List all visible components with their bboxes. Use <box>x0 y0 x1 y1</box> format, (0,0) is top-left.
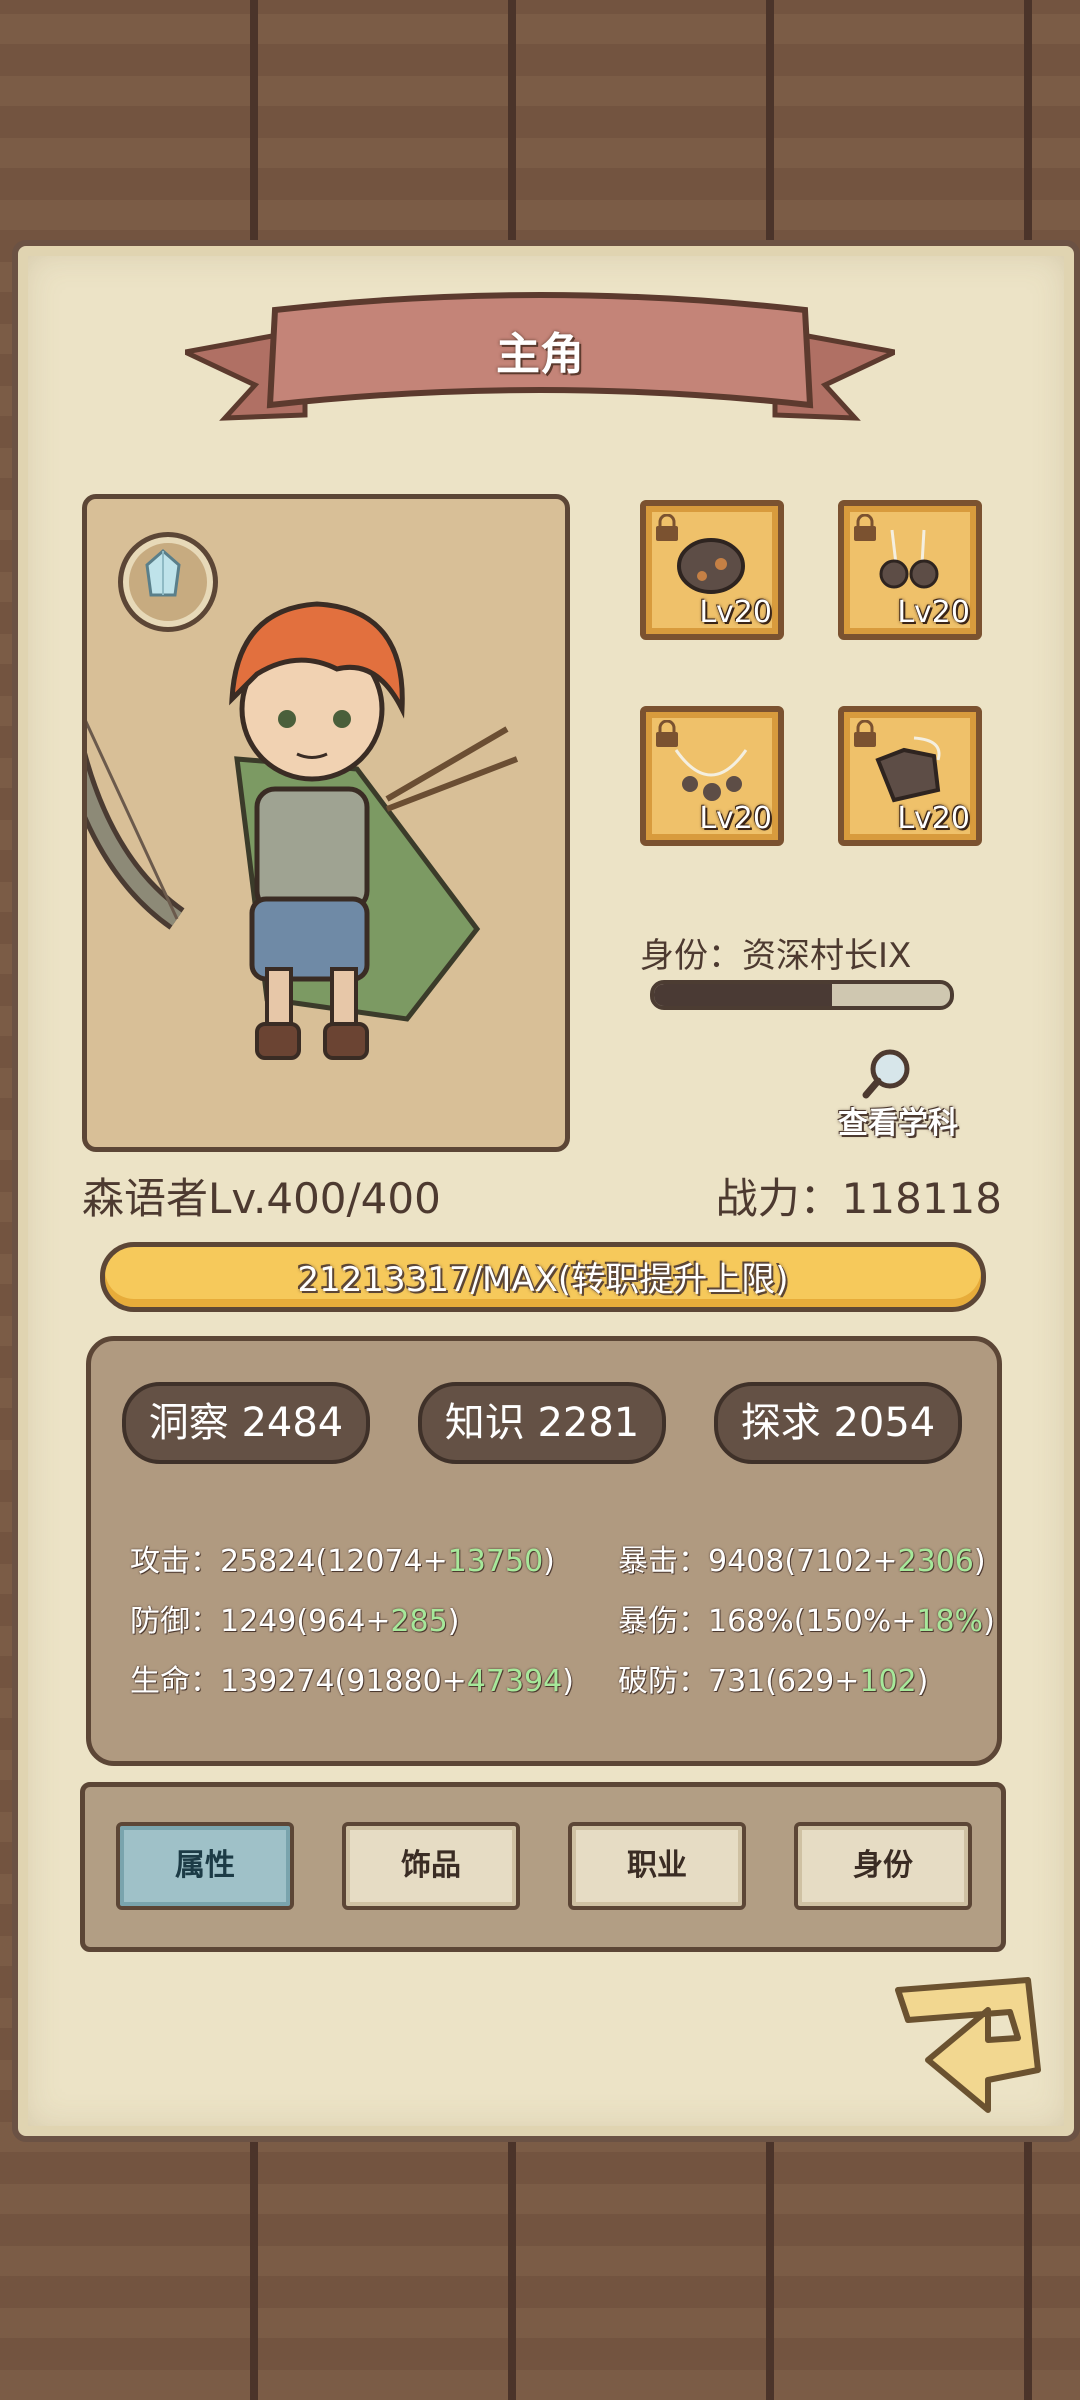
stat-base: 25824(12074+ <box>220 1544 448 1579</box>
rock-necklace-icon <box>674 749 748 801</box>
tab-accessories[interactable]: 饰品 <box>342 1822 520 1910</box>
equip-slot-head[interactable]: Lv20 <box>640 500 784 640</box>
stat-base: 139274(91880+ <box>220 1664 467 1699</box>
stat-label: 防御： <box>130 1604 220 1639</box>
rock-gauntlet-icon <box>875 736 941 803</box>
equip-slot-gauntlet[interactable]: Lv20 <box>838 706 982 846</box>
rock-head-icon <box>677 538 745 594</box>
stat-end: ) <box>916 1664 929 1699</box>
page-title: 主角 <box>496 329 584 380</box>
stat-base: 168%(150%+ <box>708 1604 917 1639</box>
identity-progress-bar <box>650 980 954 1010</box>
stat-end: ) <box>447 1604 460 1639</box>
magnifier-icon[interactable] <box>860 1045 918 1103</box>
stat-end: ) <box>562 1664 574 1699</box>
stat-crit: 暴击：9408(7102+2306) <box>618 1536 986 1580</box>
stat-label: 生命： <box>130 1664 220 1699</box>
stat-label: 破防： <box>618 1664 708 1699</box>
stat-bonus: 47394 <box>466 1664 563 1699</box>
equip-level: Lv20 <box>699 801 772 836</box>
tab-attributes[interactable]: 属性 <box>116 1822 294 1910</box>
equip-slot-necklace[interactable]: Lv20 <box>640 706 784 846</box>
equip-level: Lv20 <box>897 595 970 630</box>
stat-end: ) <box>973 1544 986 1579</box>
view-subject-button[interactable]: 查看学科 <box>838 1098 958 1142</box>
attribute-knowledge: 知识 2281 <box>418 1382 666 1464</box>
stat-end: ) <box>983 1604 995 1639</box>
stat-armor-break: 破防：731(629+102) <box>618 1656 928 1700</box>
equip-slot-earrings[interactable]: Lv20 <box>838 500 982 640</box>
attribute-quest: 探求 2054 <box>714 1382 962 1464</box>
stat-label: 攻击： <box>130 1544 220 1579</box>
stat-bonus: 18% <box>916 1604 984 1639</box>
stat-base: 1249(964+ <box>220 1604 391 1639</box>
stat-bonus: 13750 <box>447 1544 544 1579</box>
identity-progress-fill <box>654 984 832 1006</box>
stat-bonus: 2306 <box>897 1544 974 1579</box>
stat-label: 暴伤： <box>618 1604 708 1639</box>
identity-label: 身份：资深村长IX <box>640 936 912 976</box>
stat-base: 731(629+ <box>708 1664 860 1699</box>
class-level-text: 森语者Lv.400/400 <box>82 1174 441 1223</box>
crystal-badge-icon[interactable] <box>118 532 218 632</box>
experience-text: 21213317/MAX(转职提升上限) <box>297 1260 789 1300</box>
stat-attack: 攻击：25824(12074+13750) <box>130 1536 555 1580</box>
stat-crit-damage: 暴伤：168%(150%+18%) <box>618 1596 995 1640</box>
stat-end: ) <box>543 1544 555 1579</box>
tab-identity[interactable]: 身份 <box>794 1822 972 1910</box>
stat-base: 9408(7102+ <box>708 1544 898 1579</box>
stat-bonus: 285 <box>390 1604 448 1639</box>
equip-level: Lv20 <box>699 595 772 630</box>
attribute-insight: 洞察 2484 <box>122 1382 370 1464</box>
tab-profession[interactable]: 职业 <box>568 1822 746 1910</box>
equip-level: Lv20 <box>897 801 970 836</box>
back-arrow-icon[interactable] <box>878 1970 1048 2130</box>
rock-earrings-icon <box>879 529 939 589</box>
stat-label: 暴击： <box>618 1544 708 1579</box>
combat-power-text: 战力：118118 <box>715 1174 1002 1223</box>
stat-bonus: 102 <box>859 1664 917 1699</box>
stat-health: 生命：139274(91880+47394) <box>130 1656 574 1700</box>
stat-defense: 防御：1249(964+285) <box>130 1596 459 1640</box>
